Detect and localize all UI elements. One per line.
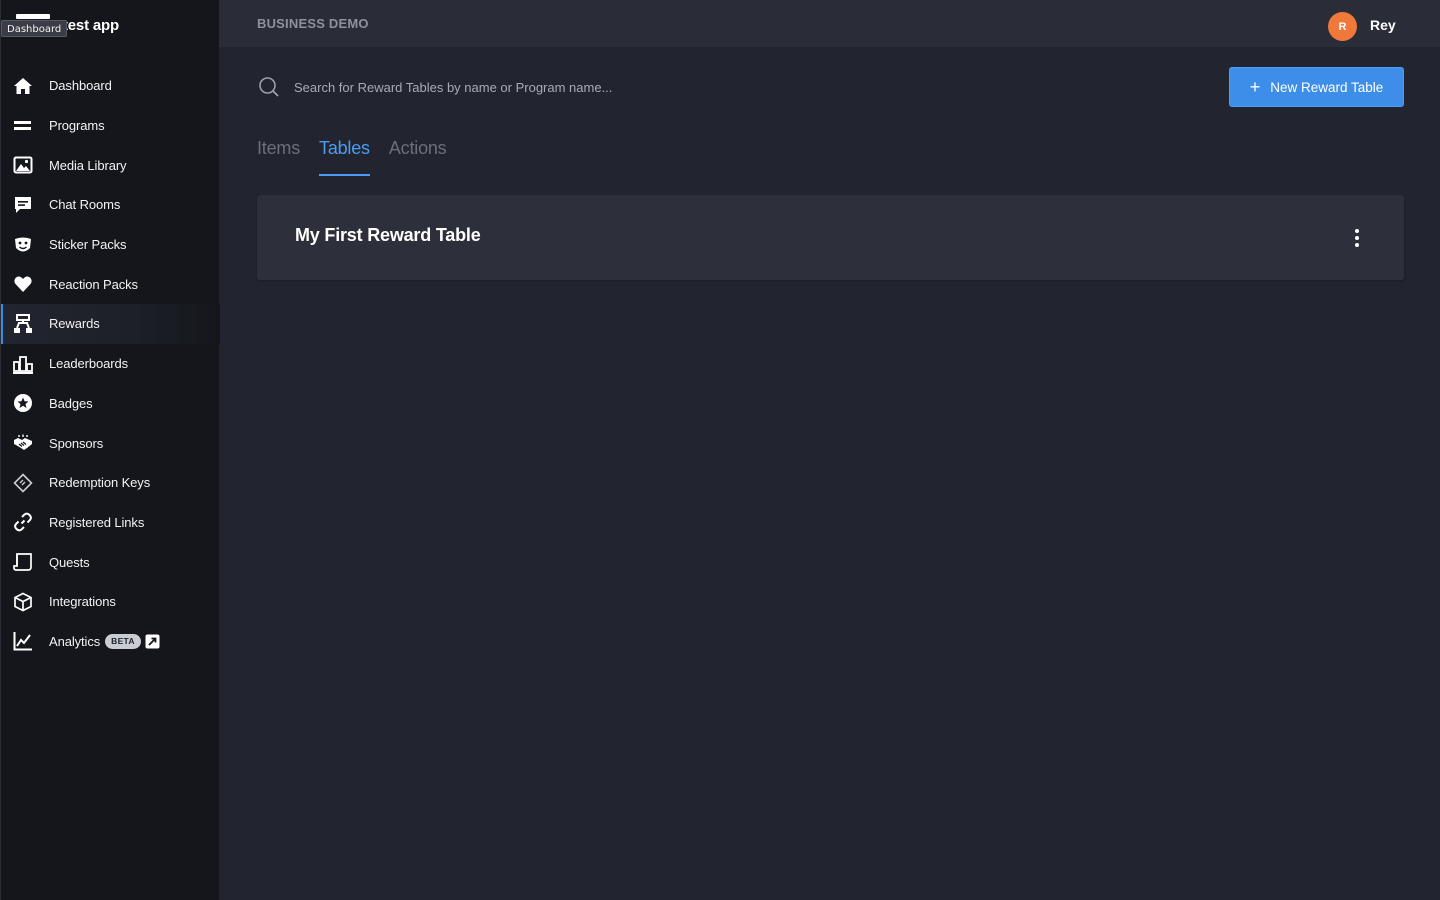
- image-icon: [12, 154, 34, 176]
- sidebar-item-label: Redemption Keys: [49, 475, 151, 491]
- sidebar-item-reaction-packs[interactable]: Reaction Packs: [1, 264, 220, 304]
- sidebar-item-label: Leaderboards: [49, 356, 129, 372]
- sidebar-item-quests[interactable]: Quests: [1, 542, 220, 582]
- sidebar-item-rewards[interactable]: Rewards: [1, 304, 220, 344]
- tooltip: Dashboard: [1, 20, 68, 37]
- tab-items[interactable]: Items: [257, 138, 300, 176]
- avatar[interactable]: R: [1328, 12, 1357, 41]
- app-logo: [16, 14, 50, 19]
- tab-tables[interactable]: Tables: [319, 138, 370, 176]
- sidebar-item-chat-rooms[interactable]: Chat Rooms: [1, 185, 220, 225]
- app-header[interactable]: test app Dashboard: [1, 0, 220, 56]
- sidebar-item-label: Analytics: [49, 633, 101, 649]
- rewards-icon: [12, 313, 34, 335]
- chat-icon: [12, 194, 34, 216]
- app-name: test app: [63, 17, 119, 34]
- sidebar-item-label: Badges: [49, 395, 93, 411]
- sidebar-item-label: Media Library: [49, 157, 127, 173]
- link-icon: [12, 511, 34, 533]
- sidebar: test app Dashboard Dashboard Programs Me…: [0, 0, 220, 900]
- more-options-icon[interactable]: [1346, 226, 1368, 250]
- sidebar-item-label: Quests: [49, 554, 90, 570]
- sidebar-item-badges[interactable]: Badges: [1, 384, 220, 424]
- leaderboard-icon: [12, 353, 34, 375]
- sidebar-item-label: Integrations: [49, 594, 116, 610]
- sidebar-item-dashboard[interactable]: Dashboard: [1, 66, 220, 106]
- tabs: Items Tables Actions: [257, 138, 466, 178]
- sidebar-item-media-library[interactable]: Media Library: [1, 145, 220, 185]
- sidebar-item-label: Programs: [49, 118, 105, 134]
- search-input[interactable]: [294, 79, 894, 95]
- tab-actions[interactable]: Actions: [389, 138, 447, 176]
- chart-line-icon: [12, 630, 34, 652]
- sidebar-item-sponsors[interactable]: Sponsors: [1, 423, 220, 463]
- programs-icon: [12, 115, 34, 137]
- top-bar: BUSINESS DEMO R Rey: [219, 0, 1440, 47]
- reward-table-title: My First Reward Table: [295, 225, 481, 245]
- sidebar-item-redemption-keys[interactable]: Redemption Keys: [1, 463, 220, 503]
- sticker-icon: [12, 234, 34, 256]
- home-icon: [12, 75, 34, 97]
- sidebar-item-leaderboards[interactable]: Leaderboards: [1, 344, 220, 384]
- sidebar-item-label: Reaction Packs: [49, 276, 138, 292]
- scroll-icon: [12, 551, 34, 573]
- cube-icon: [12, 591, 34, 613]
- star-badge-icon: [12, 392, 34, 414]
- handshake-icon: [12, 432, 34, 454]
- sidebar-item-label: Sticker Packs: [49, 237, 127, 253]
- sidebar-item-label: Rewards: [49, 316, 100, 332]
- new-reward-table-button[interactable]: + New Reward Table: [1229, 67, 1404, 107]
- sidebar-item-label: Sponsors: [49, 435, 104, 451]
- search-icon: [257, 75, 281, 99]
- beta-badge: BETA: [105, 633, 141, 649]
- sidebar-nav: Dashboard Programs Media Library Chat Ro…: [1, 66, 220, 661]
- sidebar-item-label: Chat Rooms: [49, 197, 121, 213]
- sidebar-item-label: Registered Links: [49, 514, 145, 530]
- plus-icon: +: [1249, 77, 1261, 97]
- external-link-icon[interactable]: [145, 634, 160, 649]
- sidebar-item-analytics[interactable]: Analytics BETA: [1, 622, 220, 662]
- sidebar-item-programs[interactable]: Programs: [1, 106, 220, 146]
- search-bar: [257, 72, 957, 102]
- sidebar-item-label: Dashboard: [49, 78, 112, 94]
- sidebar-item-integrations[interactable]: Integrations: [1, 582, 220, 622]
- sidebar-item-sticker-packs[interactable]: Sticker Packs: [1, 225, 220, 265]
- user-name[interactable]: Rey: [1370, 17, 1396, 33]
- reward-table-card[interactable]: My First Reward Table: [257, 195, 1404, 280]
- sidebar-item-registered-links[interactable]: Registered Links: [1, 503, 220, 543]
- heart-icon: [12, 273, 34, 295]
- ticket-icon: [12, 472, 34, 494]
- new-reward-table-label: New Reward Table: [1270, 79, 1384, 95]
- org-name: BUSINESS DEMO: [257, 16, 369, 31]
